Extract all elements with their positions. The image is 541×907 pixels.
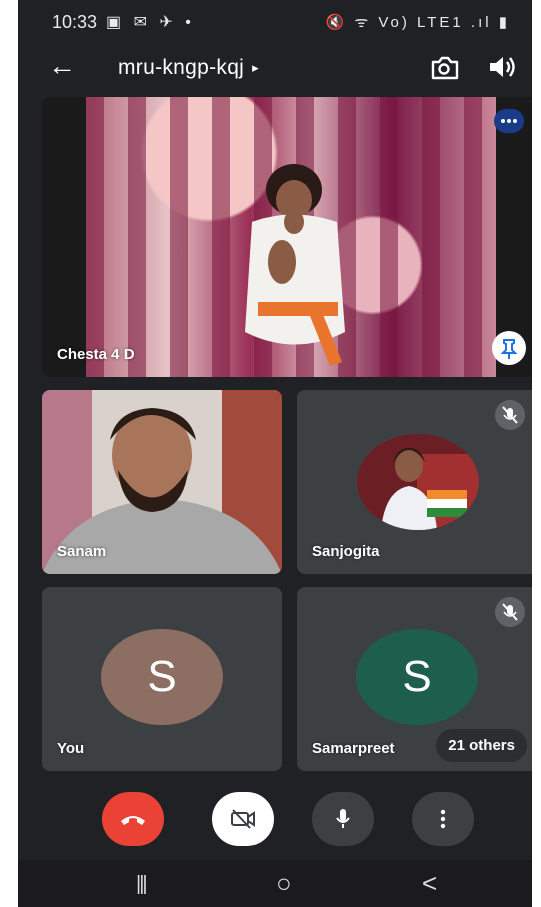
switch-camera-icon[interactable] bbox=[428, 52, 460, 82]
mic-off-icon bbox=[495, 400, 525, 430]
mic-off-glyph bbox=[502, 603, 518, 621]
notification-icons: ▣ ✉ ✈ • bbox=[106, 14, 195, 31]
end-call-button[interactable] bbox=[102, 792, 164, 846]
home-icon[interactable]: ○ bbox=[276, 868, 292, 899]
avatar-photo bbox=[357, 434, 479, 530]
avatar: S bbox=[101, 629, 223, 725]
caret-right-icon: ▸ bbox=[252, 60, 259, 75]
camera-off-icon bbox=[231, 809, 255, 829]
meeting-code: mru-kngp-kqj bbox=[118, 56, 245, 79]
status-time: 10:33 bbox=[52, 12, 98, 32]
more-options-button[interactable] bbox=[412, 792, 474, 846]
status-bar: 10:33 ▣ ✉ ✈ • 🔇 ᯤ Vo) LTE1 .ıl ▮ bbox=[18, 0, 532, 44]
participant-tile-you[interactable]: S You bbox=[42, 587, 282, 771]
participant-tile-sanjogita[interactable]: Sanjogita bbox=[297, 390, 532, 574]
others-count-badge[interactable]: 21 others bbox=[436, 729, 527, 762]
featured-video-tile[interactable]: Chesta 4 D bbox=[42, 97, 532, 377]
participant-name: Samarpreet bbox=[312, 740, 395, 757]
mic-off-glyph bbox=[502, 406, 518, 424]
avatar: S bbox=[356, 629, 478, 725]
recents-icon[interactable]: ||| bbox=[136, 873, 148, 896]
more-options-icon[interactable] bbox=[494, 109, 524, 133]
speaker-icon[interactable] bbox=[486, 52, 516, 82]
participant-name: Sanjogita bbox=[312, 543, 380, 560]
more-vertical-icon bbox=[440, 809, 446, 829]
pin-glyph bbox=[500, 339, 518, 359]
participant-name: You bbox=[57, 740, 85, 757]
mic-off-icon bbox=[495, 597, 525, 627]
system-nav-bar: ||| ○ < bbox=[18, 860, 532, 907]
end-call-icon bbox=[121, 816, 145, 825]
avatar bbox=[357, 434, 479, 530]
call-controls bbox=[18, 790, 532, 850]
back-arrow-icon[interactable]: ← bbox=[48, 50, 76, 82]
participant-tile-samarpreet[interactable]: S Samarpreet 21 others bbox=[297, 587, 532, 771]
microphone-button[interactable] bbox=[312, 792, 374, 846]
participant-tile-sanam[interactable]: Sanam bbox=[42, 390, 282, 574]
phone-screen: 10:33 ▣ ✉ ✈ • 🔇 ᯤ Vo) LTE1 .ıl ▮ ← mru-k… bbox=[18, 0, 532, 907]
meeting-code-button[interactable]: mru-kngp-kqj ▸ bbox=[118, 56, 259, 80]
camera-toggle-button[interactable] bbox=[212, 792, 274, 846]
participant-name: Chesta 4 D bbox=[57, 346, 135, 363]
meeting-header: ← mru-kngp-kqj ▸ bbox=[18, 44, 532, 92]
microphone-icon bbox=[336, 809, 350, 828]
participant-video-figure bbox=[245, 164, 345, 366]
system-status-icons: 🔇 ᯤ Vo) LTE1 .ıl ▮ bbox=[325, 14, 510, 31]
back-nav-icon[interactable]: < bbox=[422, 868, 437, 899]
participant-name: Sanam bbox=[57, 543, 107, 560]
pin-icon[interactable] bbox=[492, 331, 526, 365]
